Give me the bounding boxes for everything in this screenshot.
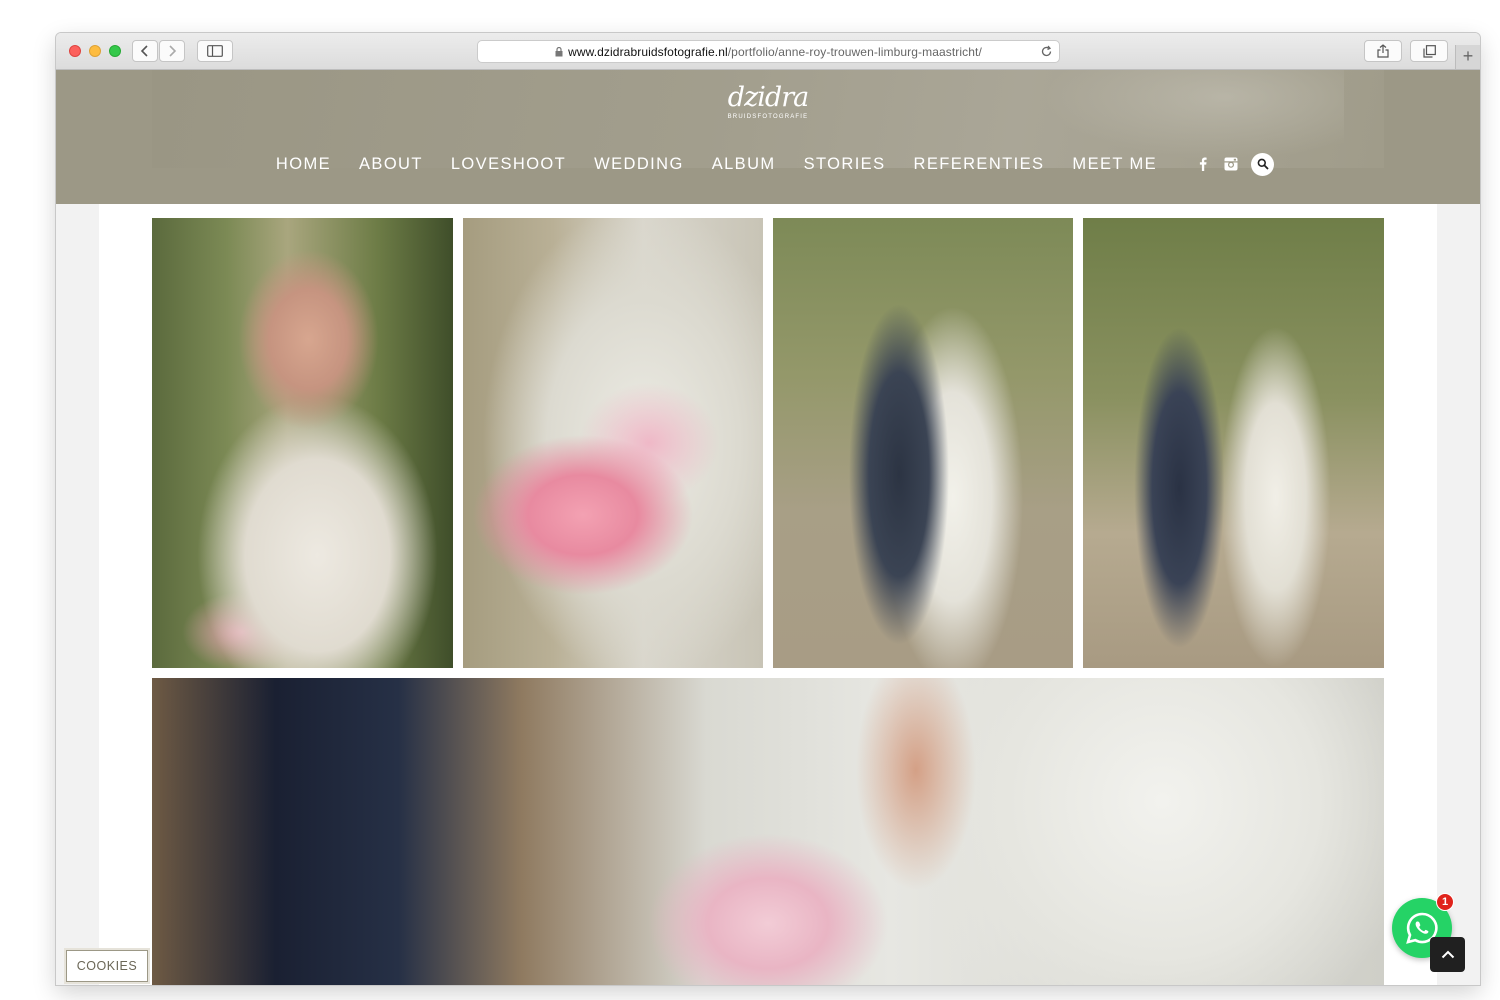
facebook-icon[interactable] — [1194, 155, 1212, 173]
browser-window: www.dzidrabruidsfotografie.nl/portfolio/… — [56, 33, 1480, 985]
nav-item-about[interactable]: ABOUT — [359, 155, 423, 174]
site-header: dzidra BRUIDSFOTOGRAFIE HOME ABOUT LOVES… — [56, 70, 1480, 204]
nav-item-wedding[interactable]: WEDDING — [594, 155, 684, 174]
address-bar[interactable]: www.dzidrabruidsfotografie.nl/portfolio/… — [477, 40, 1060, 63]
close-window-button[interactable] — [69, 45, 81, 57]
lock-icon — [555, 46, 563, 57]
share-icon — [1377, 44, 1389, 58]
tabs-icon — [1422, 44, 1436, 58]
sidebar-icon — [207, 45, 223, 57]
share-button[interactable] — [1364, 40, 1402, 62]
nav-item-meet-me[interactable]: MEET ME — [1072, 155, 1157, 174]
social-links — [1189, 152, 1275, 176]
zoom-window-button[interactable] — [109, 45, 121, 57]
chevron-right-icon — [169, 45, 177, 57]
gallery-photo-couple-walking[interactable] — [1083, 218, 1384, 668]
instagram-icon[interactable] — [1222, 155, 1240, 173]
gallery-photo-couple-standing[interactable] — [773, 218, 1073, 668]
nav-item-home[interactable]: HOME — [276, 155, 331, 174]
sidebar-toggle-button[interactable] — [197, 40, 233, 62]
gallery-photo-bouquet-lace-closeup[interactable] — [152, 678, 1384, 985]
cookies-button[interactable]: COOKIES — [66, 950, 148, 982]
chevron-left-icon — [140, 45, 148, 57]
url-path: /portfolio/anne-roy-trouwen-limburg-maas… — [727, 44, 982, 59]
back-button[interactable] — [132, 40, 158, 62]
reload-icon[interactable] — [1040, 45, 1053, 58]
notification-badge: 1 — [1436, 893, 1454, 911]
search-button[interactable] — [1251, 152, 1275, 176]
nav-item-loveshoot[interactable]: LOVESHOOT — [451, 155, 566, 174]
url-domain: www.dzidrabruidsfotografie.nl — [568, 44, 728, 59]
chevron-up-icon — [1441, 950, 1454, 959]
tabs-overview-button[interactable] — [1410, 40, 1448, 62]
gallery-photo-bride-portrait[interactable] — [152, 218, 453, 668]
page-viewport: dzidra BRUIDSFOTOGRAFIE HOME ABOUT LOVES… — [56, 70, 1480, 985]
browser-titlebar: www.dzidrabruidsfotografie.nl/portfolio/… — [56, 33, 1480, 70]
nav-item-stories[interactable]: STORIES — [804, 155, 886, 174]
gallery-photo-bouquet-dress[interactable] — [463, 218, 763, 668]
forward-button[interactable] — [159, 40, 185, 62]
minimize-window-button[interactable] — [89, 45, 101, 57]
logo-word: dzidra — [727, 82, 809, 113]
scroll-to-top-button[interactable] — [1430, 937, 1465, 972]
logo-subtitle: BRUIDSFOTOGRAFIE — [727, 114, 809, 120]
search-icon — [1257, 158, 1269, 170]
new-tab-button[interactable]: + — [1455, 45, 1480, 69]
nav-item-album[interactable]: ALBUM — [712, 155, 776, 174]
site-logo[interactable]: dzidra BRUIDSFOTOGRAFIE — [720, 84, 816, 128]
main-navigation: HOME ABOUT LOVESHOOT WEDDING ALBUM STORI… — [56, 152, 1480, 176]
nav-item-referenties[interactable]: REFERENTIES — [914, 155, 1045, 174]
